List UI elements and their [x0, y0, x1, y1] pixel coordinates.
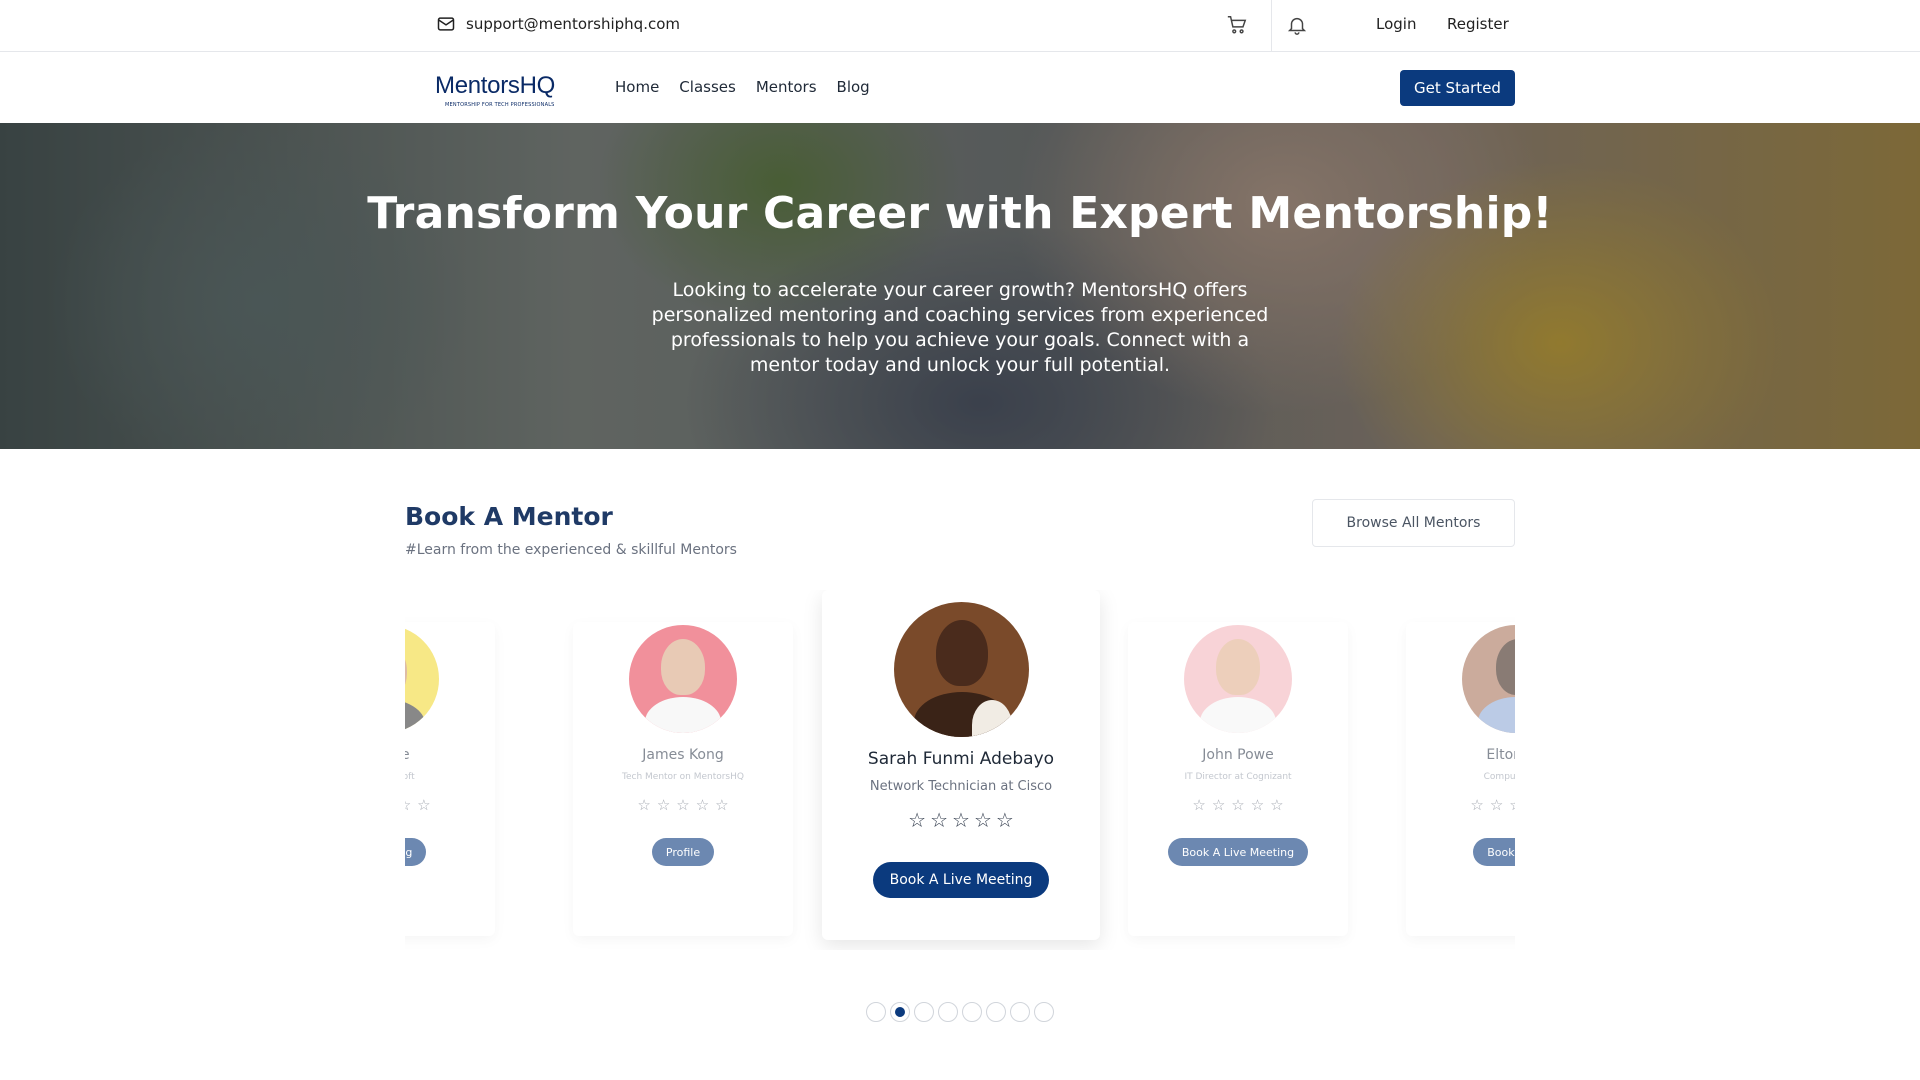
mentor-avatar [629, 625, 737, 733]
logo[interactable]: MentorsHQ MENTORSHIP FOR TECH PROFESSION… [435, 72, 555, 108]
rating-stars: ☆☆☆☆☆ [1406, 796, 1515, 814]
star-icon: ☆ [656, 796, 671, 814]
hero-subtitle: Looking to accelerate your career growth… [651, 279, 1269, 376]
mail-icon [437, 17, 455, 31]
carousel-dot[interactable] [914, 1002, 934, 1022]
section-title: Book A Mentor [405, 502, 613, 531]
mentor-role: r at Microsoft [405, 772, 415, 782]
nav-link-home[interactable]: Home [615, 78, 659, 96]
topbar-divider [1271, 0, 1272, 52]
star-icon: ☆ [973, 808, 992, 832]
star-icon: ☆ [930, 808, 949, 832]
star-icon: ☆ [1211, 796, 1226, 814]
mentor-card[interactable]: John Powe IT Director at Cognizant ☆ ☆ ☆ ☆ ☆… [1128, 622, 1348, 936]
get-started-button[interactable]: Get Started [1400, 70, 1515, 106]
carousel-dot[interactable] [962, 1002, 982, 1022]
logo-name: MentorsHQ [435, 72, 555, 99]
carousel-dot[interactable] [890, 1002, 910, 1022]
mentor-avatar [893, 602, 1029, 737]
register-link[interactable]: Register [1447, 15, 1509, 33]
mentor-role: Network Technician at Cisco [869, 779, 1053, 794]
hero-title: Transform Your Career with Expert Mentor… [367, 188, 1553, 239]
login-link[interactable]: Login [1376, 15, 1416, 33]
carousel-pagination [866, 1002, 1054, 1022]
mentor-card[interactable]: Elton Ha Computer Eng ☆☆☆☆☆ Book A Liv [1406, 622, 1515, 936]
star-icon: ☆ [1270, 796, 1284, 814]
mentor-avatar [1184, 625, 1292, 733]
rating-stars: ☆☆☆☆☆ [405, 796, 495, 814]
mentor-role: IT Director at Cognizant [1184, 772, 1292, 782]
rating-stars: ☆☆☆☆☆ [822, 808, 1100, 832]
mentor-role: Computer Eng [1483, 772, 1515, 782]
star-icon: ☆ [995, 808, 1014, 832]
nav-links: Home Classes Mentors Blog [615, 78, 870, 96]
book-live-meeting-button[interactable]: Book A Live Meeting [1167, 838, 1309, 866]
carousel-dot[interactable] [986, 1002, 1006, 1022]
cart-icon[interactable] [1226, 14, 1248, 36]
top-bar: support@mentorshiphq.com Login Register [0, 0, 1920, 52]
star-icon: ☆ [715, 796, 729, 814]
bell-icon[interactable] [1286, 14, 1308, 36]
nav-link-blog[interactable]: Blog [837, 78, 870, 96]
star-icon: ☆ [1250, 796, 1265, 814]
nav-link-classes[interactable]: Classes [679, 78, 736, 96]
main-nav: MentorsHQ MENTORSHIP FOR TECH PROFESSION… [0, 52, 1920, 123]
mentor-name: Elton Ha [1486, 747, 1515, 763]
carousel-dot[interactable] [866, 1002, 886, 1022]
mentor-avatar [405, 625, 439, 733]
mentor-role: Tech Mentor on MentorsHQ [622, 772, 744, 782]
star-icon: ☆ [417, 796, 431, 814]
hero-banner: Transform Your Career with Expert Mentor… [0, 123, 1920, 449]
mentor-card[interactable]: James Kong Tech Mentor on MentorsHQ ☆ ☆ ☆ ☆… [573, 622, 793, 936]
star-icon: ☆ [1192, 796, 1206, 814]
mentor-carousel[interactable]: o Dave r at Microsoft ☆☆☆☆☆ e Meeting Ja… [405, 590, 1515, 950]
book-live-meeting-button[interactable]: Book A Live Meeting [872, 862, 1050, 898]
star-icon: ☆ [908, 808, 927, 832]
support-email-text: support@mentorshiphq.com [466, 15, 681, 33]
mentor-card-active[interactable]: Sarah Funmi Adebayo Network Technician a… [822, 590, 1100, 940]
mentor-avatar [1462, 625, 1515, 733]
mentor-name: James Kong [642, 747, 724, 763]
carousel-dot[interactable] [1034, 1002, 1054, 1022]
star-icon: ☆ [676, 796, 690, 814]
mentor-card[interactable]: o Dave r at Microsoft ☆☆☆☆☆ e Meeting [405, 622, 495, 936]
mentor-name: o Dave [405, 747, 410, 763]
book-live-meeting-button[interactable]: Book A Liv [1473, 838, 1515, 866]
star-icon: ☆ [405, 796, 411, 814]
rating-stars: ☆ ☆ ☆ ☆ ☆ [1128, 796, 1348, 814]
star-icon: ☆ [952, 808, 970, 832]
mentor-name: Sarah Funmi Adebayo [867, 749, 1055, 769]
profile-button[interactable]: Profile [651, 838, 715, 866]
browse-all-mentors-button[interactable]: Browse All Mentors [1312, 499, 1515, 547]
star-icon: ☆ [1489, 796, 1504, 814]
star-icon: ☆ [1509, 796, 1515, 814]
logo-tagline: MENTORSHIP FOR TECH PROFESSIONALS [445, 102, 555, 108]
star-icon: ☆ [695, 796, 710, 814]
carousel-dot[interactable] [1010, 1002, 1030, 1022]
star-icon: ☆ [637, 796, 651, 814]
support-email[interactable]: support@mentorshiphq.com [436, 14, 680, 34]
rating-stars: ☆ ☆ ☆ ☆ ☆ [573, 796, 793, 814]
carousel-dot[interactable] [938, 1002, 958, 1022]
mentor-name: John Powe [1202, 747, 1274, 763]
book-live-meeting-button[interactable]: e Meeting [405, 838, 427, 866]
star-icon: ☆ [1231, 796, 1245, 814]
section-subtitle: #Learn from the experienced & skillful M… [405, 542, 737, 558]
star-icon: ☆ [1470, 796, 1484, 814]
nav-link-mentors[interactable]: Mentors [756, 78, 817, 96]
